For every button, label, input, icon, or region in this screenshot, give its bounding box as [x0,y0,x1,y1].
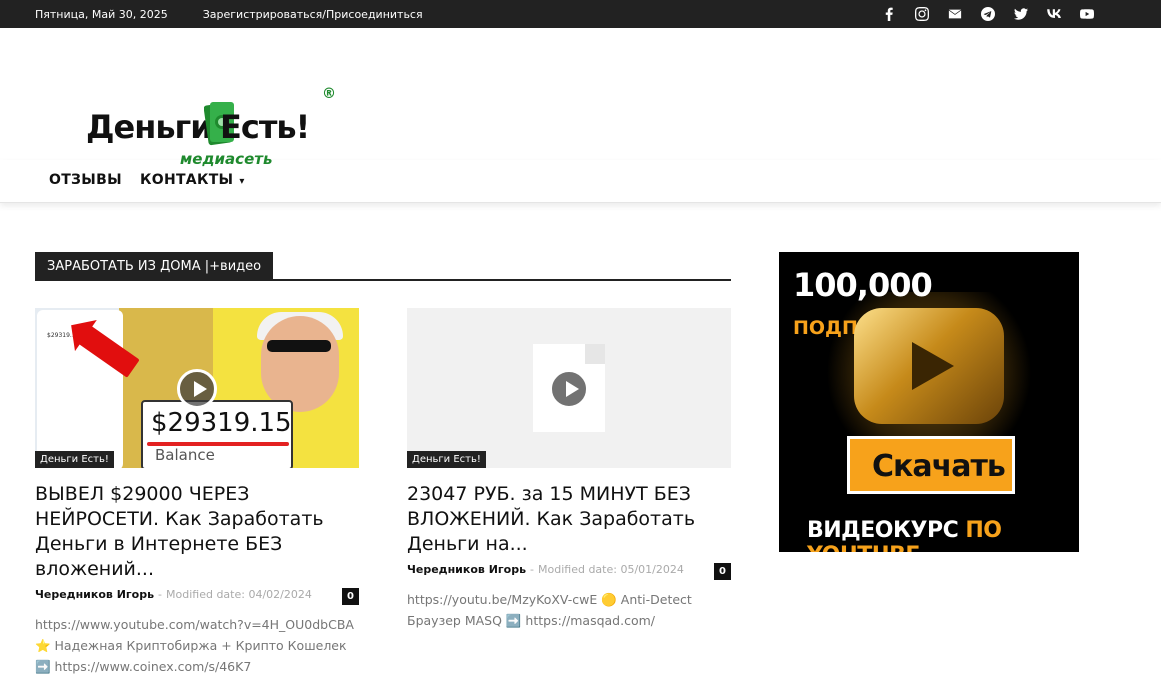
play-icon[interactable] [177,369,217,409]
comment-count[interactable]: 0 [342,588,359,605]
post-title[interactable]: 23047 РУБ. за 15 МИНУТ БЕЗ ВЛОЖЕНИЙ. Как… [407,482,731,557]
category-tag[interactable]: Деньги Есть! [35,451,114,468]
banner-count: 100,000 [793,266,933,304]
telegram-icon[interactable] [980,6,996,22]
play-icon[interactable] [549,369,589,409]
post-thumbnail[interactable]: Деньги Есть! [407,308,731,468]
logo-word-1: Деньги [86,108,213,146]
post-card: Деньги Есть! 23047 РУБ. за 15 МИНУТ БЕЗ … [407,308,731,631]
nav-item-contacts-label: КОНТАКТЫ [140,172,234,188]
vk-icon[interactable] [1046,6,1062,22]
mail-icon[interactable] [947,6,963,22]
nav-item-contacts[interactable]: КОНТАКТЫ ▾ [140,172,245,188]
registered-mark: ® [322,86,336,102]
balance-label: Balance [155,446,215,464]
person-face [261,316,339,412]
section-title[interactable]: ЗАРАБОТАТЬ ИЗ ДОМА |+видео [35,252,274,281]
site-logo[interactable]: Деньги Есть! ® медиасеть [84,72,344,172]
download-label: Скачать [872,449,1006,484]
meta-separator: - [158,588,163,601]
site-header: Деньги Есть! ® медиасеть [0,28,1161,168]
meta-separator: - [530,563,535,576]
social-links [881,0,1095,28]
twitter-icon[interactable] [1013,6,1029,22]
logo-word-2: Есть! [220,108,310,146]
post-author[interactable]: Чередников Игорь [35,588,154,601]
main-nav: ОТЗЫВЫ КОНТАКТЫ ▾ [0,160,1161,203]
post-thumbnail[interactable]: $29319.15 $29319.15 Balance Деньги Есть! [35,308,359,468]
post-excerpt: https://youtu.be/MzyKoXV-cwE 🟡 Anti-Dete… [407,592,692,628]
facebook-icon[interactable] [881,6,897,22]
category-tag[interactable]: Деньги Есть! [407,451,486,468]
youtube-icon[interactable] [1079,6,1095,22]
post-modified-date: Modified date: 04/02/2024 [166,588,312,601]
section-header: ЗАРАБОТАТЬ ИЗ ДОМА |+видео [35,252,731,281]
post-excerpt: https://www.youtube.com/watch?v=4H_OU0db… [35,617,354,674]
balance-card: $29319.15 Balance [141,400,293,468]
top-bar: Пятница, Май 30, 2025 Зарегистрироваться… [0,0,1161,28]
register-link[interactable]: Зарегистрироваться/Присоединиться [203,8,423,21]
sunglasses-shape [267,340,331,352]
current-date: Пятница, Май 30, 2025 [35,7,168,21]
chevron-down-icon: ▾ [239,176,245,187]
balance-amount: $29319.15 [151,408,292,438]
banner-footer: ВИДЕОКУРС ПО YOUTUBE [807,518,1079,552]
post-meta: Чередников Игорь - Modified date: 05/01/20… [407,563,731,581]
instagram-icon[interactable] [914,6,930,22]
banner-course: ВИДЕОКУРС [807,518,959,543]
comment-count[interactable]: 0 [714,563,731,580]
nav-item-reviews[interactable]: ОТЗЫВЫ [49,172,122,188]
post-author[interactable]: Чередников Игорь [407,563,526,576]
post-modified-date: Modified date: 05/01/2024 [538,563,684,576]
download-button[interactable]: Скачать [847,436,1015,494]
post-card: $29319.15 $29319.15 Balance Деньги Есть!… [35,308,359,677]
post-title[interactable]: ВЫВЕЛ $29000 ЧЕРЕЗ НЕЙРОСЕТИ. Как Зарабо… [35,482,359,582]
ad-banner[interactable]: 100,000 ПОДПИСЧИКОВ Скачать ВИДЕОКУРС ПО… [779,252,1079,552]
post-meta: Чередников Игорь - Modified date: 04/02/20… [35,588,359,606]
youtube-play-icon [854,308,1004,424]
